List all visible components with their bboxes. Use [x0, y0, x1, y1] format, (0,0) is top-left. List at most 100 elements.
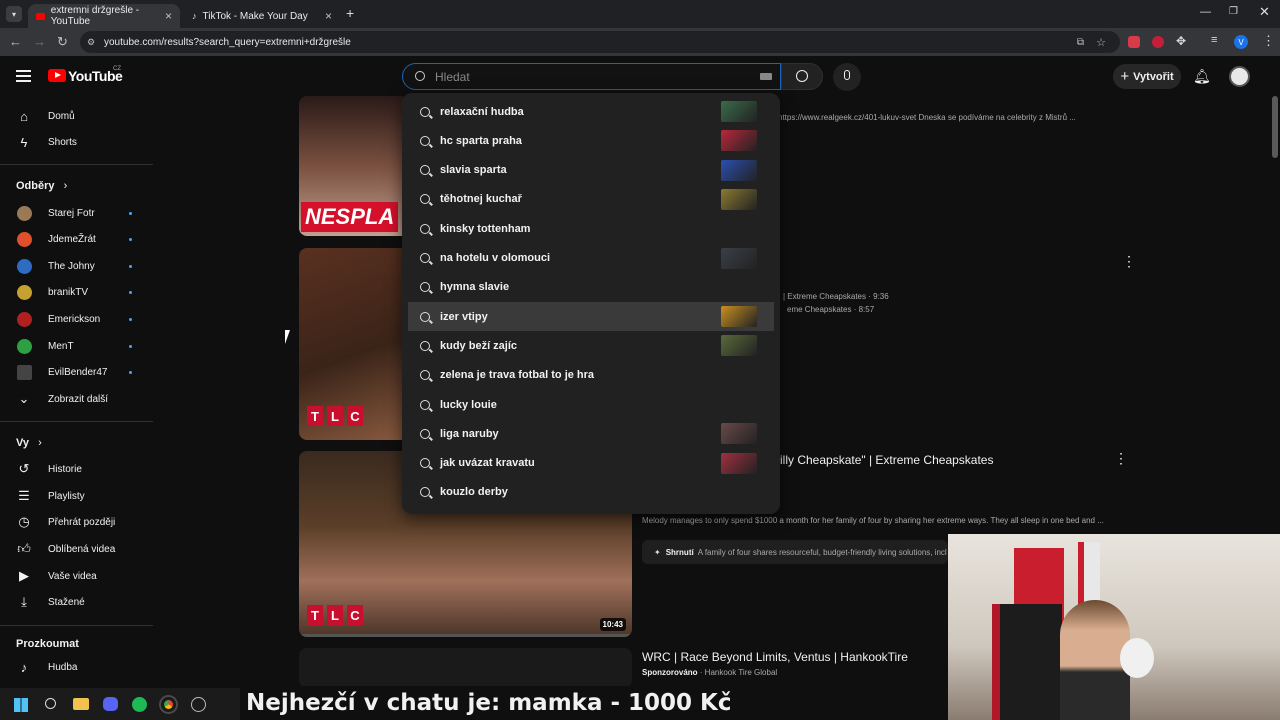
ad-title[interactable]: WRC | Race Beyond Limits, Ventus | Hanko…	[642, 650, 908, 664]
sidebar-item-home[interactable]: ⌂ Domů	[0, 104, 150, 128]
site-info-icon[interactable]: ⚙	[87, 37, 95, 48]
sidebar-item-subscription[interactable]: EvilBender47	[0, 360, 150, 384]
sidebar-item-shorts[interactable]: ϟ Shorts	[0, 130, 150, 154]
suggestion-text: jak uvázat kravatu	[440, 457, 535, 470]
video-thumbnail[interactable]: NESPLA	[299, 96, 409, 236]
hamburger-menu-icon[interactable]	[16, 70, 31, 82]
media-control-icon[interactable]: ≡	[1211, 34, 1217, 46]
search-suggestion[interactable]: těhotnej kuchař	[408, 185, 774, 214]
page-scrollbar[interactable]	[1272, 96, 1278, 158]
search-input[interactable]: Hledat	[402, 63, 781, 90]
tab-search-button[interactable]: ▾	[6, 6, 22, 22]
maximize-icon[interactable]: ❐	[1229, 6, 1238, 17]
sidebar-show-more[interactable]: ⌄ Zobrazit další	[0, 387, 150, 411]
tab-youtube[interactable]: extremni držgrešle - YouTube ×	[28, 4, 180, 28]
spotify-icon[interactable]	[132, 697, 147, 712]
sidebar-item-subscription[interactable]: branikTV	[0, 280, 150, 304]
tlc-logo: T L C	[307, 406, 363, 426]
sidebar-item-label: Přehrát později	[48, 516, 116, 528]
search-suggestion[interactable]: slavia sparta	[408, 156, 774, 185]
close-tab-icon[interactable]: ×	[325, 9, 332, 23]
close-tab-icon[interactable]: ×	[165, 9, 172, 23]
sidebar-item-music[interactable]: ♪ Hudba	[0, 655, 150, 679]
extension-icon[interactable]	[1152, 36, 1164, 48]
suggestion-thumbnail	[721, 306, 757, 328]
tlc-letter: L	[327, 605, 343, 625]
home-icon: ⌂	[20, 108, 28, 124]
close-window-icon[interactable]: ✕	[1259, 4, 1270, 20]
search-suggestion[interactable]: relaxační hudba	[408, 97, 774, 126]
youtube-logo-icon[interactable]	[48, 69, 66, 82]
sidebar-item-subscription[interactable]: JdemeŽrát	[0, 227, 150, 251]
youtube-favicon-icon	[36, 12, 45, 20]
extensions-puzzle-icon[interactable]: ✥	[1176, 34, 1186, 48]
sidebar-item-subscription[interactable]: Starej Fotr	[0, 201, 150, 225]
sidebar-item-subscription[interactable]: MenT	[0, 334, 150, 358]
search-suggestion[interactable]: hc sparta praha	[408, 126, 774, 155]
suggestion-text: liga naruby	[440, 427, 499, 440]
keyboard-icon[interactable]	[760, 73, 772, 80]
profile-avatar[interactable]: V	[1234, 35, 1248, 49]
search-suggestion[interactable]: hymna slavie	[408, 273, 774, 302]
sidebar-item-playlists[interactable]: ☰ Playlisty	[0, 484, 150, 508]
you-heading[interactable]: Vy ›	[16, 437, 42, 449]
bookmark-star-icon[interactable]: ☆	[1096, 36, 1106, 49]
create-button[interactable]: + Vytvořit	[1113, 64, 1181, 89]
search-suggestion[interactable]: zelena je trava fotbal to je hra	[408, 361, 774, 390]
windows-start-icon[interactable]	[14, 698, 28, 712]
search-suggestion[interactable]: kouzlo derby	[408, 478, 774, 507]
subscriptions-heading[interactable]: Odběry ›	[16, 180, 67, 192]
search-suggestion[interactable]: izer vtipy	[408, 302, 774, 332]
sidebar-item-subscription[interactable]: Emerickson	[0, 307, 150, 331]
search-suggestion[interactable]: jak uvázat kravatu	[408, 449, 774, 478]
sidebar-item-your-videos[interactable]: ▶ Vaše videa	[0, 564, 150, 588]
shorts-icon: ϟ	[20, 134, 28, 150]
ad-thumbnail[interactable]	[299, 648, 632, 688]
thumbnail-overlay-text: NESPLA	[301, 202, 399, 232]
channel-name: EvilBender47	[48, 366, 108, 378]
notifications-bell-icon[interactable]: 🔔︎	[1193, 68, 1211, 84]
sidebar-item-subscription[interactable]: The Johny	[0, 254, 150, 278]
more-options-icon[interactable]: ⋮	[1122, 253, 1136, 270]
ai-summary-box[interactable]: ✦ Shrnutí A family of four shares resour…	[642, 540, 948, 564]
search-icon[interactable]	[45, 698, 56, 709]
discord-icon[interactable]	[103, 697, 118, 711]
minimize-icon[interactable]: —	[1200, 6, 1211, 18]
search-button[interactable]	[781, 63, 823, 90]
browser-menu-icon[interactable]: ⋮	[1262, 33, 1275, 49]
file-explorer-icon[interactable]	[73, 698, 89, 710]
chrome-icon[interactable]	[161, 697, 176, 712]
account-avatar[interactable]	[1229, 66, 1250, 87]
tab-tiktok[interactable]: ♪ TikTok - Make Your Day ×	[184, 4, 340, 28]
app-icon[interactable]	[191, 697, 206, 712]
region-code: CZ	[113, 66, 121, 72]
search-suggestion[interactable]: na hotelu v olomouci	[408, 244, 774, 273]
search-suggestion[interactable]: lucky louie	[408, 390, 774, 419]
new-content-dot	[129, 237, 132, 241]
forward-icon[interactable]: →	[33, 34, 46, 49]
video-title[interactable]: illy Cheapskate" | Extreme Cheapskates	[780, 453, 993, 467]
search-icon	[420, 106, 430, 117]
sidebar-item-liked[interactable]: 👍︎ Oblíbená videa	[0, 537, 150, 561]
search-suggestion[interactable]: kinsky tottenham	[408, 214, 774, 243]
extension-icon[interactable]	[1128, 36, 1140, 48]
summary-text: A family of four shares resourceful, bud…	[697, 547, 947, 557]
url-bar[interactable]: ⚙ youtube.com/results?search_query=extre…	[80, 31, 1120, 53]
more-options-icon[interactable]: ⋮	[1114, 450, 1128, 467]
suggestion-text: hc sparta praha	[440, 134, 522, 147]
sidebar-item-watch-later[interactable]: ◷ Přehrát později	[0, 510, 150, 534]
sidebar-item-downloads[interactable]: ⤓ Stažené	[0, 590, 150, 614]
search-suggestion[interactable]: liga naruby	[408, 419, 774, 448]
new-tab-button[interactable]: +	[346, 5, 354, 21]
sidebar-divider	[0, 421, 153, 422]
sidebar-item-history[interactable]: ↺ Historie	[0, 457, 150, 481]
back-icon[interactable]: ←	[9, 34, 22, 49]
voice-search-button[interactable]	[833, 63, 861, 91]
search-icon	[420, 458, 430, 469]
search-suggestion[interactable]: kudy beží zajíc	[408, 331, 774, 360]
install-icon[interactable]: ⧉	[1077, 37, 1084, 48]
video-description: https://www.realgeek.cz/401-lukuv-svet D…	[778, 113, 1076, 122]
video-thumbnail[interactable]: T L C	[299, 248, 409, 440]
sidebar-divider	[0, 164, 153, 165]
reload-icon[interactable]: ↻	[57, 34, 68, 50]
